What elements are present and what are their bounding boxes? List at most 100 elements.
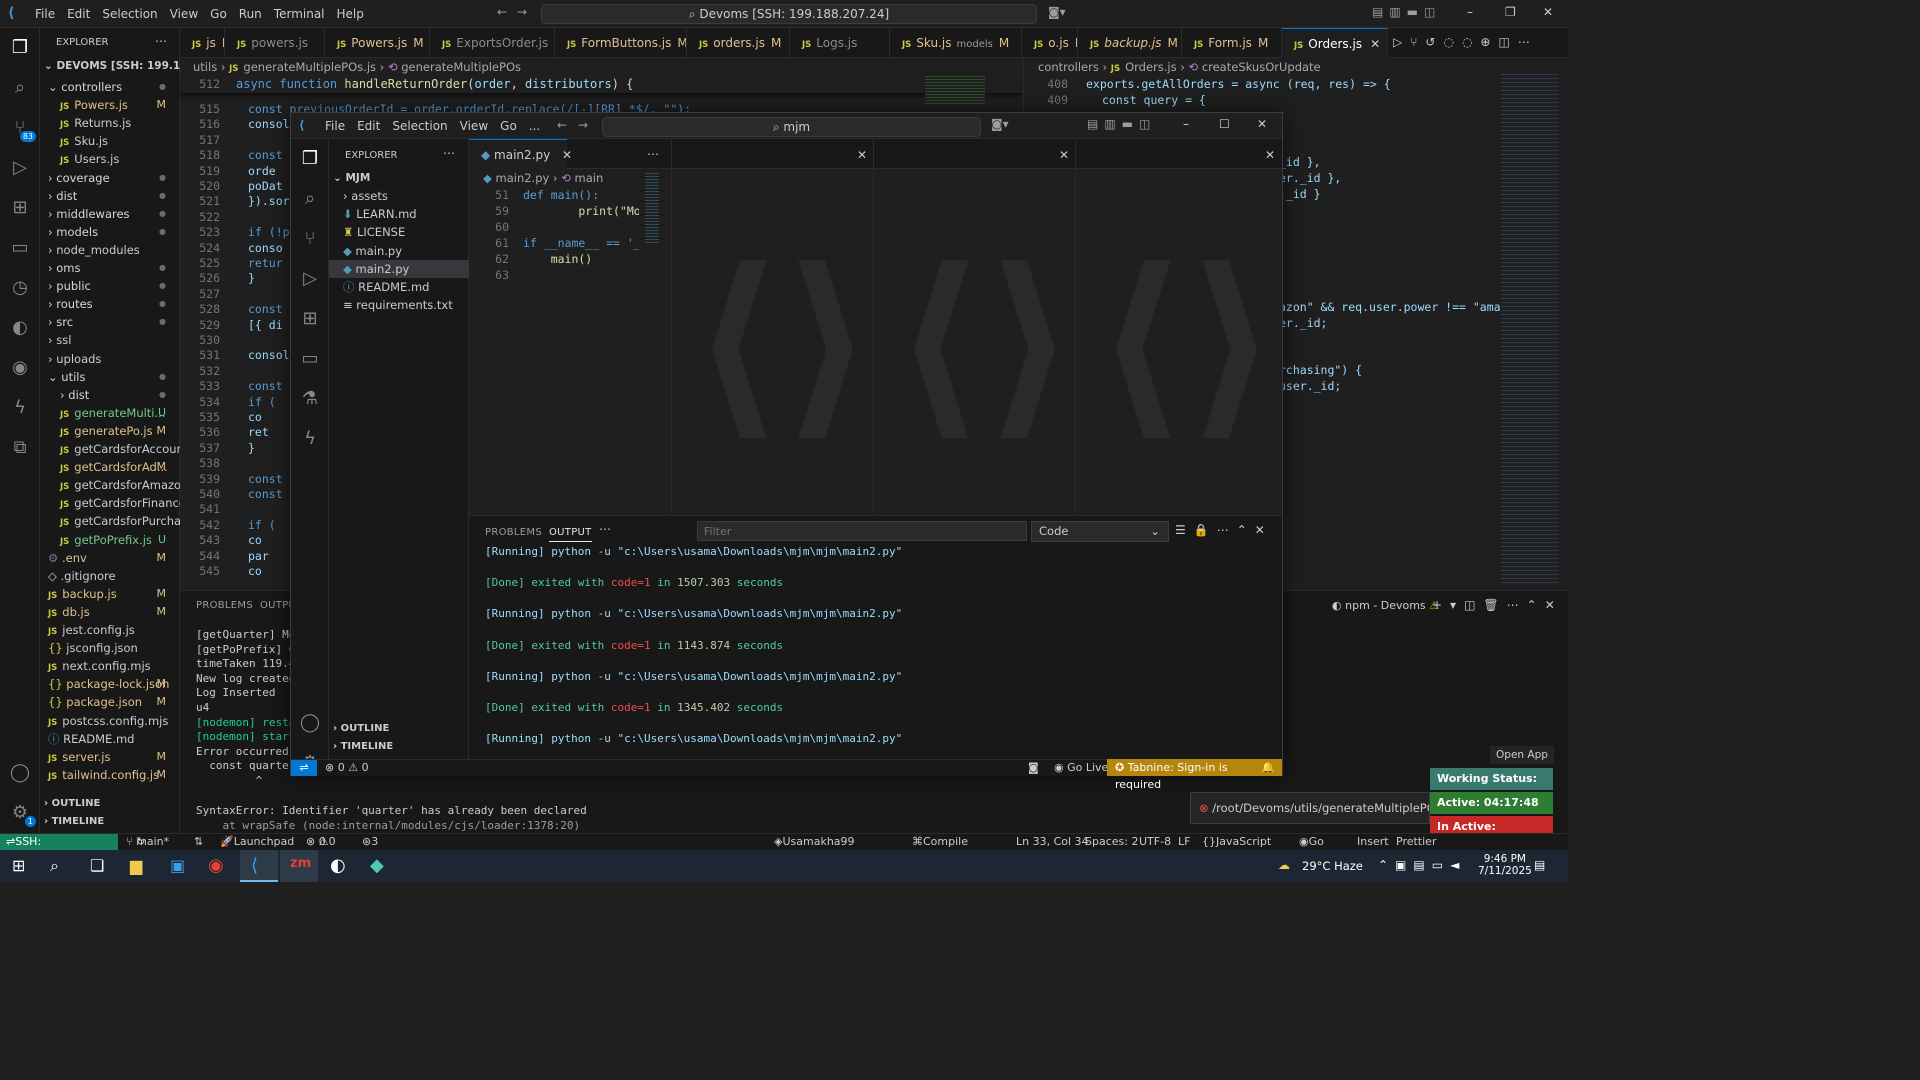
breadcrumb-item[interactable]: utils (193, 60, 217, 74)
problems-count[interactable]: ⊗ 0 ⚠ 0 (306, 834, 336, 850)
output-filter-input[interactable] (697, 521, 1027, 541)
code-line[interactable]: 60 (469, 219, 639, 235)
tree-item[interactable]: ⚙ .env M (40, 549, 180, 567)
branch-indicator[interactable]: ⑂ main* ↻ (126, 834, 169, 850)
tree-item[interactable]: JS db.js M (40, 603, 180, 621)
code-line[interactable]: 526} (180, 271, 255, 286)
code-line[interactable]: 532 (180, 364, 248, 379)
tab-main2-py[interactable]: ◆ main2.py ✕ (469, 139, 572, 169)
code-line[interactable]: 531 console (180, 348, 296, 363)
code-lines-right[interactable]: 408 exports.getAllOrders = async (req, re… (1024, 76, 1390, 108)
account-icon[interactable]: ◯ (8, 761, 32, 785)
tree-item[interactable]: {} jsconfig.json (40, 639, 180, 657)
close-tab-icon[interactable]: ✕ (562, 148, 572, 162)
tab-problems[interactable]: PROBLEMS (485, 527, 542, 538)
more-actions-icon[interactable]: ⋯ (599, 522, 611, 536)
output-log[interactable]: [Running] python -u "c:\Users\usama\Down… (485, 544, 902, 762)
menu-item[interactable]: ... (529, 119, 540, 133)
code-line[interactable]: 536 ret (180, 425, 269, 440)
tree-item[interactable]: JS server.js M (40, 748, 180, 766)
inner-code[interactable]: 51 def main(): 59 print("Mou 60 61 if __name_… (469, 187, 639, 283)
menu-item-terminal[interactable]: Terminal (274, 7, 325, 21)
code-line[interactable]: 525 retur (180, 256, 282, 271)
code-line[interactable]: 62 main() (469, 251, 639, 267)
eol[interactable]: LF (1178, 834, 1190, 850)
go-live-button[interactable]: ◉ Go Live (1299, 834, 1331, 864)
code-line[interactable]: 518 const (180, 148, 282, 163)
store-icon[interactable]: ▣ (170, 856, 185, 875)
menu-item-view[interactable]: View (170, 7, 198, 21)
close-group-icon[interactable]: ✕ (857, 148, 867, 162)
code-line[interactable]: 529 [{ di (180, 318, 282, 333)
inner-tree-item[interactable]: ⓘ README.md (329, 278, 469, 296)
editor-actions[interactable]: ▷⑂↺◌◌⊕◫⋯ (1393, 35, 1538, 49)
timeline-icon[interactable]: ◷ (8, 276, 32, 300)
code-line[interactable]: 545 co (180, 564, 262, 579)
editor-tab[interactable]: JS backup.js M (1078, 28, 1182, 58)
tree-item[interactable]: JS getCardsforAccount.js (40, 440, 180, 458)
code-line[interactable]: 521}).sort (180, 194, 296, 209)
cursor-position[interactable]: Ln 33, Col 34 (1016, 834, 1089, 850)
search-icon[interactable]: ⌕ (8, 76, 32, 100)
clock[interactable]: 9:46 PM 7/11/2025 (1478, 853, 1532, 877)
menu-item[interactable]: File (325, 119, 345, 133)
indentation[interactable]: Spaces: 2 (1085, 834, 1138, 850)
remote-indicator[interactable]: ⇌ SSH: 199.188.207.24 (0, 834, 118, 864)
code-line[interactable]: 542 if ( (180, 518, 275, 533)
chrome-icon[interactable]: ◉ (208, 855, 224, 876)
menu-item-run[interactable]: Run (239, 7, 262, 21)
launchpad-button[interactable]: 🚀 Launchpad (220, 834, 294, 850)
code-line[interactable]: 524 conso (180, 241, 282, 256)
git-blame[interactable]: ◈ Usamakha99 (1 year ago) (774, 834, 855, 864)
tree-item[interactable]: › dist ● (40, 187, 180, 205)
compile-hero[interactable]: ⌘ Compile Hero: On (912, 834, 968, 880)
tree-item[interactable]: JS tailwind.config.js M (40, 766, 180, 784)
folder-mjm[interactable]: ⌄ MJM (333, 172, 370, 184)
extensions-icon[interactable]: ⊞ (298, 307, 322, 331)
run-debug-icon[interactable]: ▷ (8, 156, 32, 180)
insert-mode[interactable]: Insert (1357, 834, 1389, 850)
tabnine-status[interactable]: ✪ Tabnine: Sign-in is required (1107, 759, 1282, 791)
tree-item[interactable]: › coverage ● (40, 169, 180, 187)
editor-tab[interactable]: JS orders.js M (687, 28, 790, 58)
prettier[interactable]: Prettier (1396, 834, 1436, 850)
more-actions-icon[interactable]: ⋯ (155, 34, 167, 48)
close-button[interactable]: ✕ (1543, 5, 1553, 19)
explorer-icon[interactable]: ❐ (298, 147, 322, 171)
menu-item-selection[interactable]: Selection (102, 7, 157, 21)
menu-item-go[interactable]: Go (210, 7, 227, 21)
source-control-icon[interactable]: ⑂ 83 (8, 116, 36, 142)
tree-item[interactable]: › ssl (40, 331, 180, 349)
app-icon[interactable]: ◐ (330, 855, 346, 876)
inner-tree-item[interactable]: ⬇ LEARN.md (329, 205, 469, 223)
tray-icons[interactable]: ⌃▣▤▭◄ (1378, 858, 1466, 872)
outline-section[interactable]: › OUTLINE (44, 798, 100, 809)
code-line[interactable]: 534 if ( (180, 395, 275, 410)
tree-item[interactable]: ⓘ README.md (40, 730, 180, 748)
code-line[interactable]: 535 co (180, 410, 262, 425)
sync-icon[interactable]: ⇅ (194, 834, 203, 850)
weather-text[interactable]: 29°C Haze (1302, 859, 1363, 873)
search-icon[interactable]: ⌕ (298, 187, 322, 211)
command-center[interactable]: ⌕ Devoms [SSH: 199.188.207.24] (541, 4, 1037, 24)
notifications-icon[interactable]: 🔔 (1261, 760, 1275, 776)
app-icon[interactable]: ◆ (370, 855, 384, 876)
tree-item[interactable]: ◇ .gitignore (40, 567, 180, 585)
editor-tab[interactable]: JS Powers.js M (325, 28, 430, 58)
tree-item[interactable]: › dist ● (40, 386, 180, 404)
code-line[interactable]: 59 print("Mou (469, 203, 639, 219)
forward-arrow-icon[interactable]: → (578, 118, 588, 132)
menu-item[interactable]: Go (500, 119, 517, 133)
code-line[interactable]: 543 co (180, 533, 262, 548)
editor-tab[interactable]: JS Form.js M (1182, 28, 1282, 58)
restore-button[interactable]: ❐ (1505, 5, 1516, 19)
menu-item[interactable]: Edit (357, 119, 380, 133)
editor-tab[interactable]: JSjsM (180, 28, 225, 58)
thunder-icon[interactable]: ϟ (8, 396, 32, 420)
explorer-icon[interactable]: ❐ (8, 36, 32, 60)
inner-command-center[interactable]: ⌕ mjm (602, 117, 981, 137)
tree-item[interactable]: JS Sku.js (40, 132, 180, 150)
inner-tree-item[interactable]: ≡ requirements.txt (329, 296, 469, 314)
tree-item[interactable]: › routes ● (40, 295, 180, 313)
tree-item[interactable]: JS backup.js M (40, 585, 180, 603)
